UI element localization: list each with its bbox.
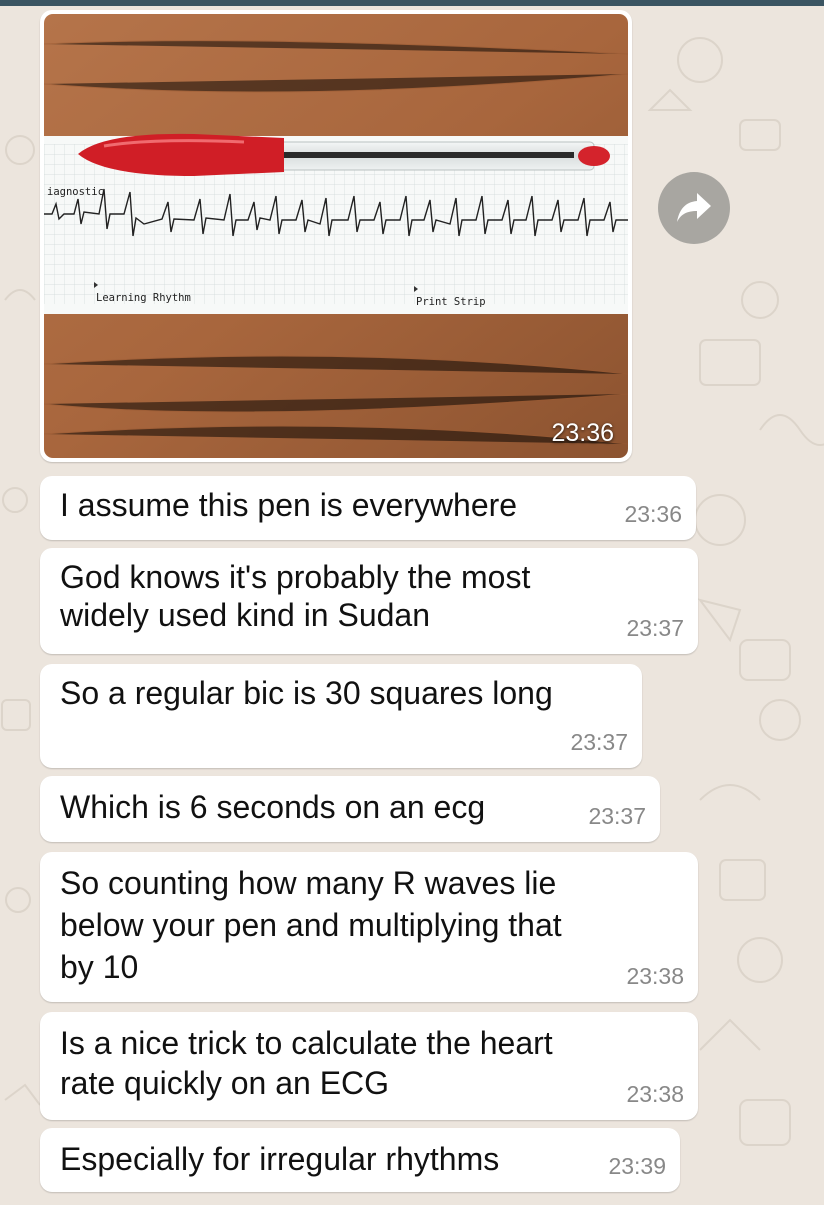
message-time: 23:37 [588,803,646,829]
message-text-line: Is a nice trick to calculate the heart [60,1025,553,1061]
message-text-line: God knows it's probably the most [60,559,531,595]
message-bubble[interactable]: Especially for irregular rhythms 23:39 [40,1128,680,1192]
message-text-line: below your pen and multiplying that [60,907,562,943]
status-bar-edge [0,0,824,6]
message-bubble[interactable]: So a regular bic is 30 squares long 23:3… [40,664,642,768]
image-message-bubble[interactable]: iagnostic Learning Rhythm Print Strip 23… [40,10,632,462]
strip-left-label: Learning Rhythm [96,292,191,304]
message-bubble[interactable]: I assume this pen is everywhere 23:36 [40,476,696,540]
message-text-line: by 10 [60,949,139,985]
message-time: 23:36 [551,419,614,447]
strip-top-label: iagnostic [47,186,104,198]
message-time: 23:38 [626,1081,684,1107]
strip-right-label: Print Strip [416,296,486,308]
message-time: 23:38 [626,963,684,989]
forward-arrow-icon [677,193,711,222]
message-time: 23:37 [626,615,684,641]
message-bubble[interactable]: So counting how many R waves lie below y… [40,852,698,1002]
message-text: Especially for irregular rhythms [60,1141,500,1177]
message-text: Which is 6 seconds on an ecg [60,789,486,825]
forward-button[interactable] [658,172,730,244]
message-text-line: widely used kind in Sudan [60,597,431,633]
message-time: 23:36 [624,501,682,527]
message-bubble[interactable]: God knows it's probably the most widely … [40,548,698,654]
message-text-line: rate quickly on an ECG [60,1065,390,1101]
message-text: I assume this pen is everywhere [60,487,518,523]
message-time: 23:39 [608,1153,666,1179]
message-text-line: So counting how many R waves lie [60,865,557,901]
message-bubble[interactable]: Which is 6 seconds on an ecg 23:37 [40,776,660,842]
message-text: So a regular bic is 30 squares long [60,675,553,711]
ecg-pen-photo[interactable]: iagnostic Learning Rhythm Print Strip 23… [44,14,628,458]
message-bubble[interactable]: Is a nice trick to calculate the heart r… [40,1012,698,1120]
message-time: 23:37 [570,729,628,755]
